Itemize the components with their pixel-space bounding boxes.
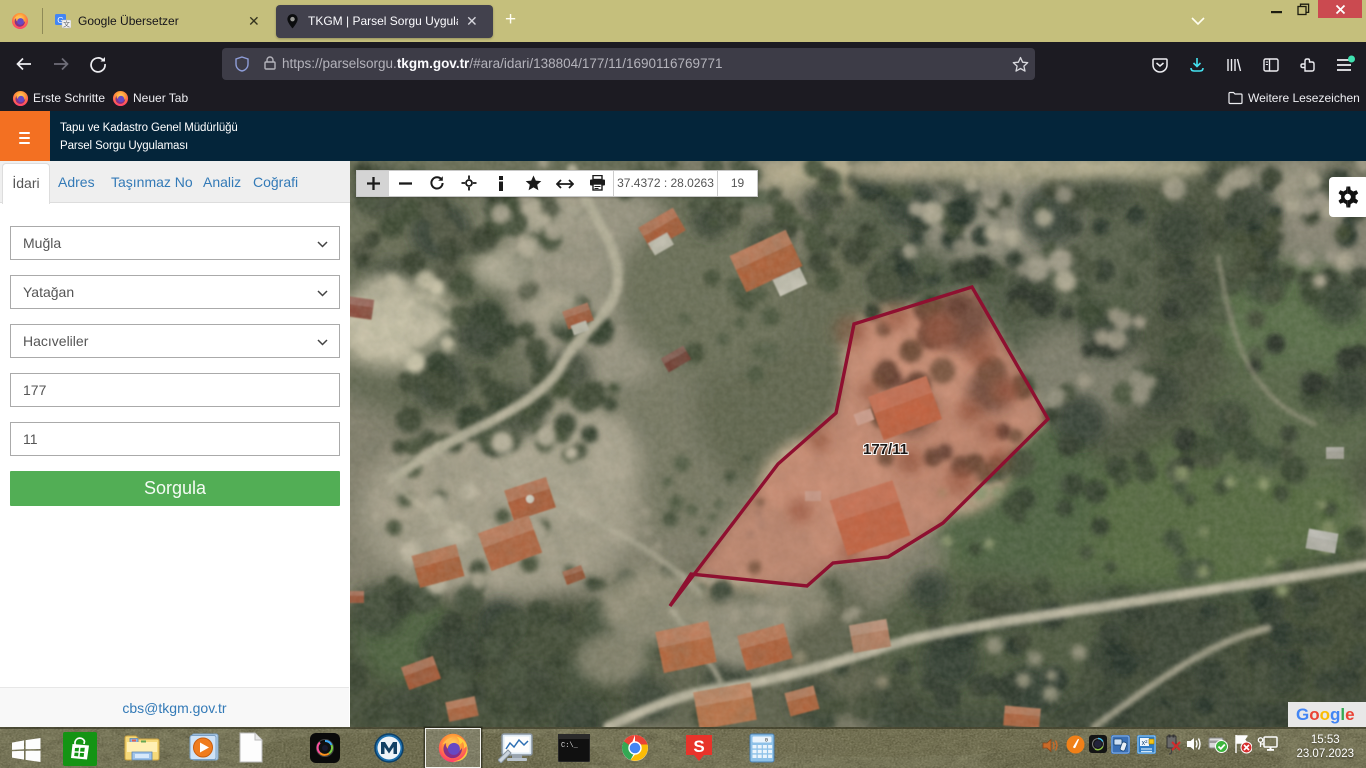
svg-text:S: S [693,737,704,756]
svg-text:177/11: 177/11 [863,441,908,458]
svg-text:0: 0 [765,737,768,744]
svg-text:文: 文 [63,20,70,29]
svg-text:C:\_: C:\_ [561,742,579,750]
svg-text:x²: x² [1142,740,1149,747]
